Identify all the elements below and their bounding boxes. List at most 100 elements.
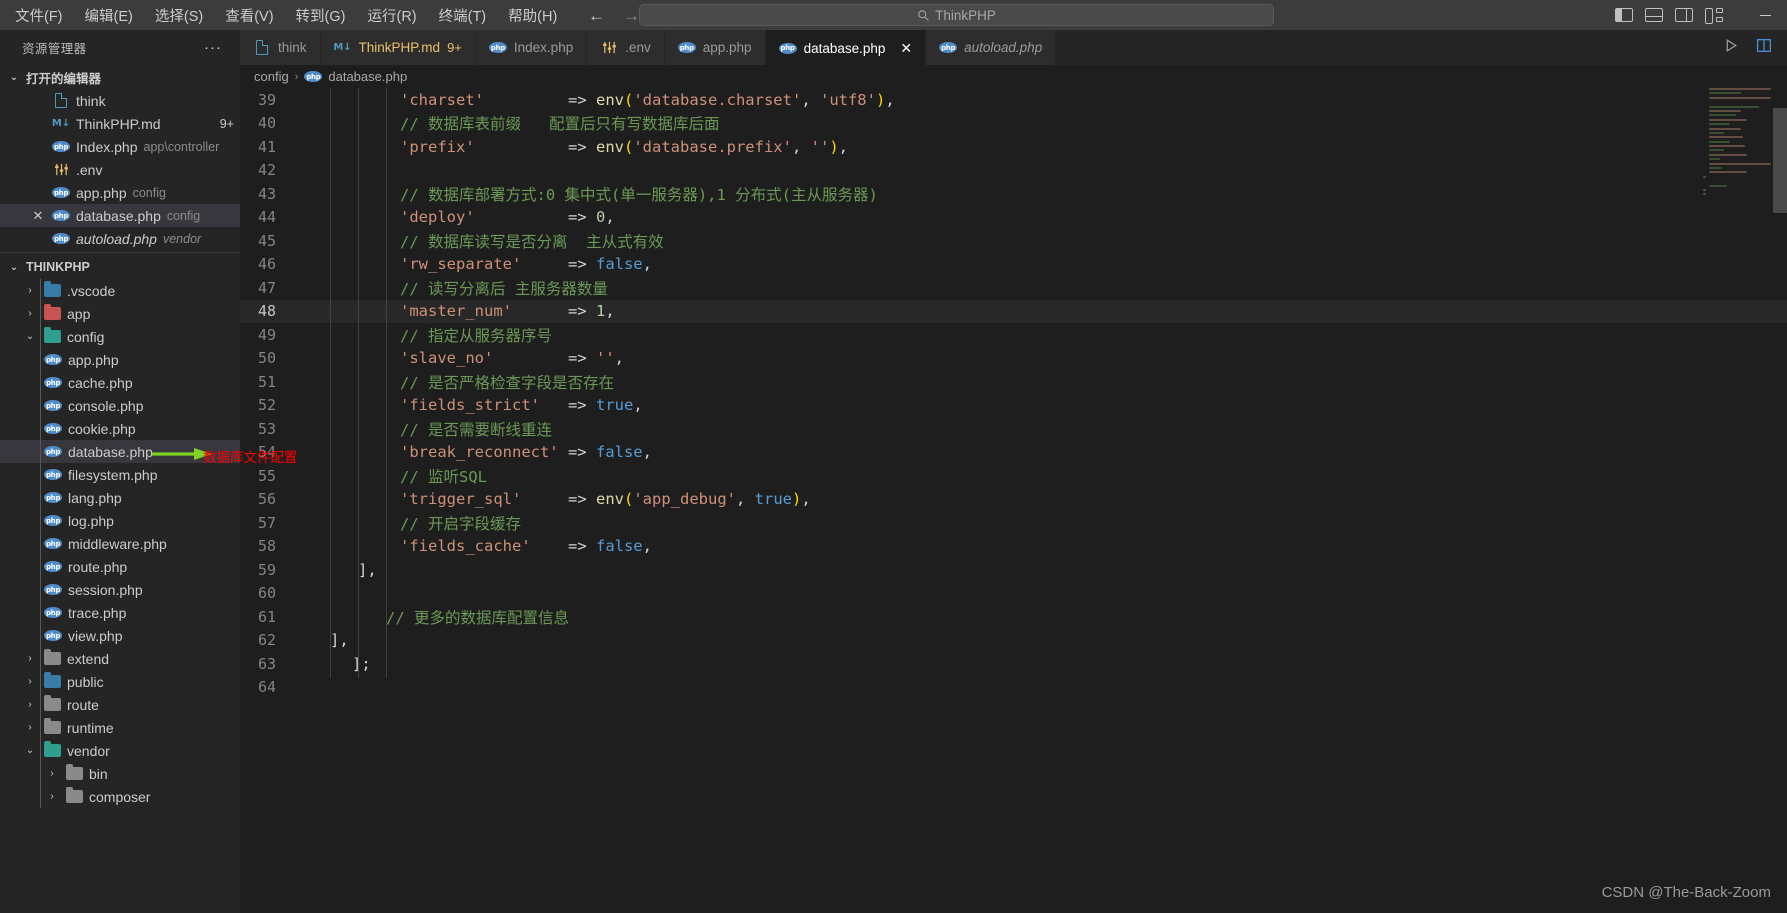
code-line: 49 // 指定从服务器序号 [240,323,1787,347]
close-icon[interactable]: ✕ [900,40,912,57]
chevron-right-icon[interactable]: › [22,722,38,733]
minimap[interactable] [1701,88,1771,238]
tree-item-label: extend [67,650,110,667]
open-editor-path: app\controller [143,139,220,154]
toggle-primary-sidebar-icon[interactable] [1615,8,1633,22]
chevron-right-icon[interactable]: › [22,308,38,319]
tree-item-label: app.php [68,351,119,368]
open-editors-section-header[interactable]: ⌄ 打开的编辑器 [0,65,240,89]
chevron-right-icon[interactable]: › [22,676,38,687]
tree-folder-item[interactable]: › app [0,302,240,325]
open-editor-item[interactable]: ✕ php database.php config [0,204,240,227]
quick-search-value: ThinkPHP [935,7,996,23]
chevron-right-icon[interactable]: › [44,791,60,802]
code-editor[interactable]: 39 'charset' => env('database.charset', '… [240,88,1787,913]
tree-folder-item[interactable]: › route [0,693,240,716]
tree-file-item[interactable]: php app.php [0,348,240,371]
close-icon[interactable]: ✕ [30,208,46,224]
open-editor-item[interactable]: php app.php config [0,181,240,204]
tree-folder-item[interactable]: › bin [0,762,240,785]
menu-item[interactable]: 选择(S) [144,2,214,29]
forward-arrow-icon[interactable]: → [623,7,640,24]
tree-file-item[interactable]: php filesystem.php [0,463,240,486]
folder-icon [44,741,61,757]
menu-item[interactable]: 转到(G) [285,2,357,29]
tree-file-item[interactable]: php log.php [0,509,240,532]
tree-file-item[interactable]: php console.php [0,394,240,417]
tree-folder-item[interactable]: ⌄ config [0,325,240,348]
tree-file-item[interactable]: php view.php [0,624,240,647]
tree-file-item[interactable]: php cache.php [0,371,240,394]
open-editor-item[interactable]: think [0,89,240,112]
editor-tab[interactable]: php app.php [664,30,766,65]
code-text: 'prefix' => env('database.prefix', ''), [400,137,848,156]
tree-file-item[interactable]: php middleware.php [0,532,240,555]
tree-item-label: app [67,305,91,322]
code-text: // 是否需要断线重连 [400,420,552,439]
window-minimize-button[interactable] [1743,0,1787,30]
chevron-down-icon[interactable]: ⌄ [22,331,38,342]
open-editor-item[interactable]: php Index.php app\controller [0,135,240,158]
scrollbar-thumb[interactable] [1773,108,1787,213]
toggle-secondary-sidebar-icon[interactable] [1675,8,1693,22]
line-number: 39 [257,90,276,109]
editor-tab[interactable]: php autoload.php [926,30,1057,65]
menu-item[interactable]: 查看(V) [214,2,284,29]
tree-file-item[interactable]: php lang.php [0,486,240,509]
open-editor-item[interactable]: .env [0,158,240,181]
tree-folder-item[interactable]: › public [0,670,240,693]
tree-file-item[interactable]: php cookie.php [0,417,240,440]
chevron-right-icon[interactable]: › [22,699,38,710]
editor-tab[interactable]: .env [587,30,665,65]
workspace-section-header[interactable]: ⌄ THINKPHP [0,255,240,279]
editor-badge: 9+ [219,116,234,131]
line-number: 42 [257,161,276,180]
tab-label: database.php [803,40,886,56]
chevron-right-icon[interactable]: › [44,768,60,779]
code-text: 'rw_separate' => false, [400,255,652,274]
open-editor-item[interactable]: php autoload.php vendor [0,227,240,250]
menu-item[interactable]: 终端(T) [428,2,498,29]
toggle-panel-icon[interactable] [1645,8,1663,22]
open-editor-item[interactable]: M↓ ThinkPHP.md 9+ [0,112,240,135]
chevron-right-icon[interactable]: › [22,653,38,664]
tree-folder-item[interactable]: › composer [0,785,240,808]
menu-item[interactable]: 编辑(E) [74,2,144,29]
chevron-right-icon[interactable]: › [22,285,38,296]
editor-scrollbar[interactable] [1773,30,1787,913]
menu-item[interactable]: 运行(R) [356,2,427,29]
quick-search-input[interactable]: ThinkPHP [639,4,1274,26]
explorer-more-actions-icon[interactable]: ··· [204,40,222,55]
menu-item[interactable]: 帮助(H) [497,2,568,29]
tab-label: ThinkPHP.md [358,40,441,55]
menu-item[interactable]: 文件(F) [4,2,74,29]
editor-tab[interactable]: think [240,30,321,65]
breadcrumb-folder[interactable]: config [254,69,289,84]
tree-file-item[interactable]: php session.php [0,578,240,601]
php-icon: php [44,607,62,618]
folder-icon [44,281,61,297]
back-arrow-icon[interactable]: ← [588,7,605,24]
php-icon: php [44,492,62,503]
line-number: 63 [257,654,276,673]
split-editor-icon[interactable] [1756,37,1773,58]
breadcrumb-file[interactable]: database.php [328,69,407,84]
folder-icon [66,764,83,780]
php-icon: php [44,561,62,572]
chevron-down-icon[interactable]: ⌄ [22,745,38,756]
tree-file-item[interactable]: php trace.php [0,601,240,624]
customize-layout-icon[interactable] [1705,8,1723,24]
editor-tab[interactable]: M↓ ThinkPHP.md 9+ [320,30,476,65]
tab-label: .env [625,40,651,55]
editor-tab[interactable]: php database.php ✕ [765,30,927,65]
editor-tab[interactable]: php Index.php [475,30,588,65]
tree-folder-item[interactable]: › extend [0,647,240,670]
code-text: ], [358,560,377,579]
tree-folder-item[interactable]: › .vscode [0,279,240,302]
tree-file-item[interactable]: php route.php [0,555,240,578]
tree-folder-item[interactable]: ⌄ vendor [0,739,240,762]
tree-file-item[interactable]: php database.php [0,440,240,463]
run-icon[interactable] [1723,37,1740,58]
tree-folder-item[interactable]: › runtime [0,716,240,739]
open-editor-label: app.php [76,184,127,201]
